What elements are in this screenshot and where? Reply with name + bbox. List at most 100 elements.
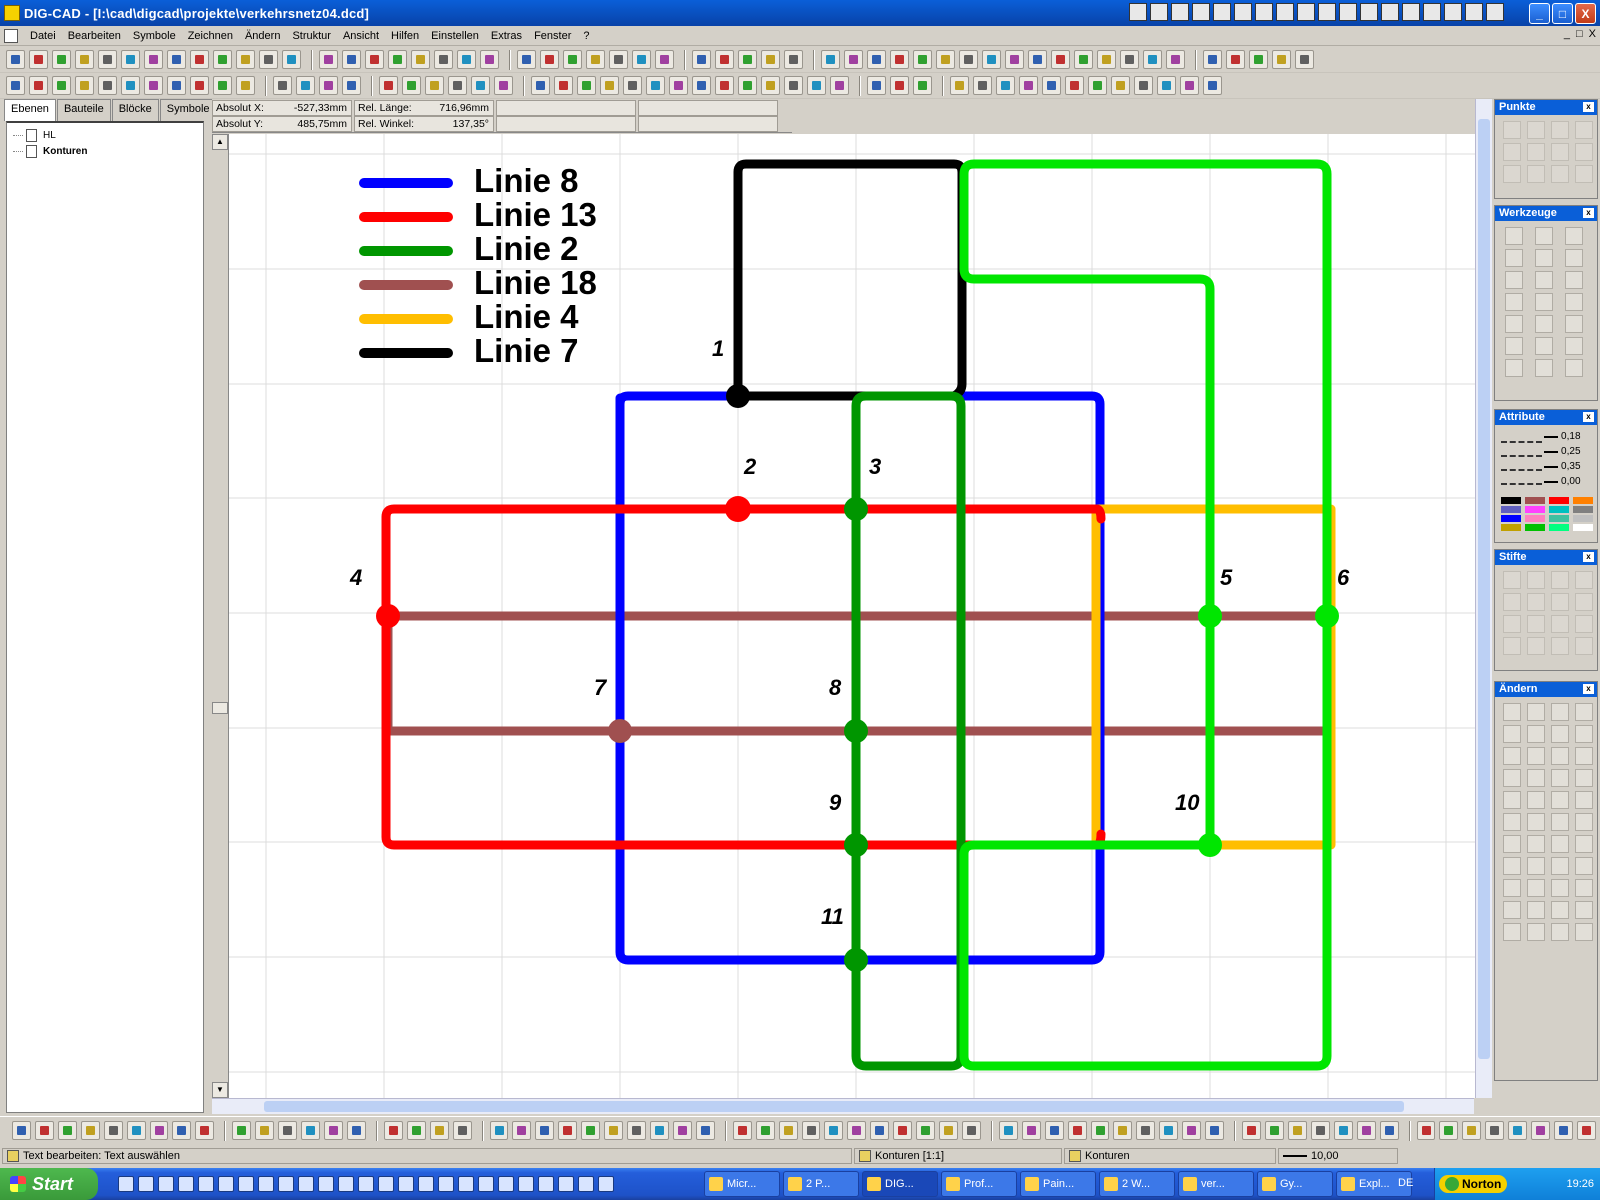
horizontal-scrollbar[interactable] — [212, 1098, 1474, 1114]
toolbar-tool-icon[interactable] — [784, 50, 803, 69]
palette-tool-icon[interactable] — [1575, 857, 1593, 875]
toolbar-tool-icon[interactable] — [12, 1121, 31, 1140]
node-8[interactable] — [844, 719, 868, 743]
tray-icon[interactable] — [1360, 3, 1378, 21]
palette-tool-icon[interactable] — [1551, 121, 1569, 139]
tray-icon[interactable] — [1129, 3, 1147, 21]
toolbar-tool-icon[interactable] — [1005, 50, 1024, 69]
toolbar-tool-icon[interactable] — [29, 76, 48, 95]
toolbar-tool-icon[interactable] — [1462, 1121, 1482, 1140]
palette-tool-icon[interactable] — [1503, 901, 1521, 919]
palette-tool-icon[interactable] — [1551, 835, 1569, 853]
toolbar-tool-icon[interactable] — [755, 1121, 775, 1140]
toolbar-tool-icon[interactable] — [973, 76, 992, 95]
palette-tool-icon[interactable] — [1551, 747, 1569, 765]
toolbar-tool-icon[interactable] — [870, 1121, 890, 1140]
toolbar-tool-icon[interactable] — [213, 76, 232, 95]
palette-tool-icon[interactable] — [1527, 857, 1545, 875]
quick-launch-icon[interactable] — [378, 1176, 394, 1192]
toolbar-tool-icon[interactable] — [1379, 1121, 1399, 1140]
toolbar-tool-icon[interactable] — [1111, 76, 1130, 95]
palette-tool-icon[interactable] — [1503, 143, 1521, 161]
palette-tool-icon[interactable] — [1551, 571, 1569, 589]
toolbar-tool-icon[interactable] — [1287, 1121, 1307, 1140]
palette-tool-icon[interactable] — [1575, 769, 1593, 787]
color-swatch[interactable] — [1501, 497, 1521, 504]
menu-help[interactable]: ? — [577, 30, 595, 42]
palette-tool-icon[interactable] — [1527, 637, 1545, 655]
toolbar-tool-icon[interactable] — [517, 50, 536, 69]
palette-tool-icon[interactable] — [1551, 791, 1569, 809]
toolbar-tool-icon[interactable] — [1356, 1121, 1376, 1140]
toolbar-tool-icon[interactable] — [75, 76, 94, 95]
toolbar-tool-icon[interactable] — [213, 50, 232, 69]
toolbar-tool-icon[interactable] — [75, 50, 94, 69]
toolbar-tool-icon[interactable] — [554, 76, 573, 95]
palette-tool-icon[interactable] — [1575, 725, 1593, 743]
palette-tool-icon[interactable] — [1535, 359, 1553, 377]
toolbar-tool-icon[interactable] — [692, 76, 711, 95]
color-swatch[interactable] — [1573, 524, 1593, 531]
palette-tool-icon[interactable] — [1535, 315, 1553, 333]
palette-tool-icon[interactable] — [1575, 143, 1593, 161]
toolbar-tool-icon[interactable] — [1065, 76, 1084, 95]
palette-tool-icon[interactable] — [1551, 615, 1569, 633]
toolbar-tool-icon[interactable] — [172, 1121, 192, 1140]
menu-einstellen[interactable]: Einstellen — [425, 30, 485, 42]
toolbar-tool-icon[interactable] — [531, 76, 550, 95]
toolbar-tool-icon[interactable] — [669, 76, 688, 95]
toolbar-tool-icon[interactable] — [195, 1121, 215, 1140]
tree-item-konturen[interactable]: Konturen — [13, 143, 203, 159]
node-10[interactable] — [1198, 833, 1222, 857]
menu-symbole[interactable]: Symbole — [127, 30, 182, 42]
palette-tool-icon[interactable] — [1565, 293, 1583, 311]
toolbar-tool-icon[interactable] — [429, 1121, 449, 1140]
tab-bauteile[interactable]: Bauteile — [56, 99, 111, 121]
toolbar-tool-icon[interactable] — [1531, 1121, 1551, 1140]
node-6[interactable] — [1315, 604, 1339, 628]
toolbar-tool-icon[interactable] — [98, 76, 117, 95]
color-swatch[interactable] — [1525, 524, 1545, 531]
quick-launch-icon[interactable] — [498, 1176, 514, 1192]
toolbar-tool-icon[interactable] — [847, 1121, 867, 1140]
toolbar-tool-icon[interactable] — [1249, 50, 1268, 69]
palette-tool-icon[interactable] — [1505, 227, 1523, 245]
quick-launch-icon[interactable] — [398, 1176, 414, 1192]
palette-tool-icon[interactable] — [1535, 293, 1553, 311]
node-9[interactable] — [844, 833, 868, 857]
task-button[interactable]: 2 W... — [1099, 1171, 1175, 1197]
toolbar-tool-icon[interactable] — [29, 50, 48, 69]
close-icon[interactable]: x — [1583, 412, 1594, 422]
toolbar-tool-icon[interactable] — [1226, 50, 1245, 69]
toolbar-tool-icon[interactable] — [452, 1121, 472, 1140]
toolbar-tool-icon[interactable] — [80, 1121, 100, 1140]
toolbar-tool-icon[interactable] — [379, 76, 398, 95]
toolbar-tool-icon[interactable] — [296, 76, 315, 95]
task-button[interactable]: Gy... — [1257, 1171, 1333, 1197]
palette-tool-icon[interactable] — [1551, 637, 1569, 655]
palette-tool-icon[interactable] — [1503, 791, 1521, 809]
palette-tool-icon[interactable] — [1575, 165, 1593, 183]
palette-tool-icon[interactable] — [1565, 315, 1583, 333]
palette-tool-icon[interactable] — [1551, 593, 1569, 611]
toolbar-tool-icon[interactable] — [167, 50, 186, 69]
task-button-active[interactable]: DIG... — [862, 1171, 938, 1197]
toolbar-tool-icon[interactable] — [950, 76, 969, 95]
toolbar-tool-icon[interactable] — [232, 1121, 252, 1140]
toolbar-tool-icon[interactable] — [738, 50, 757, 69]
quick-launch-icon[interactable] — [118, 1176, 134, 1192]
tray-icon[interactable] — [1339, 3, 1357, 21]
toolbar-tool-icon[interactable] — [913, 76, 932, 95]
quick-launch-icon[interactable] — [138, 1176, 154, 1192]
close-icon[interactable]: x — [1583, 208, 1594, 218]
palette-tool-icon[interactable] — [1503, 747, 1521, 765]
language-indicator[interactable]: DE — [1398, 1177, 1413, 1189]
toolbar-tool-icon[interactable] — [1097, 50, 1116, 69]
vertical-scroll-thumb[interactable] — [1478, 119, 1490, 1059]
palette-tool-icon[interactable] — [1575, 593, 1593, 611]
toolbar-tool-icon[interactable] — [236, 76, 255, 95]
palette-tool-icon[interactable] — [1505, 271, 1523, 289]
palette-tool-icon[interactable] — [1527, 593, 1545, 611]
menu-fenster[interactable]: Fenster — [528, 30, 577, 42]
menu-bearbeiten[interactable]: Bearbeiten — [62, 30, 127, 42]
